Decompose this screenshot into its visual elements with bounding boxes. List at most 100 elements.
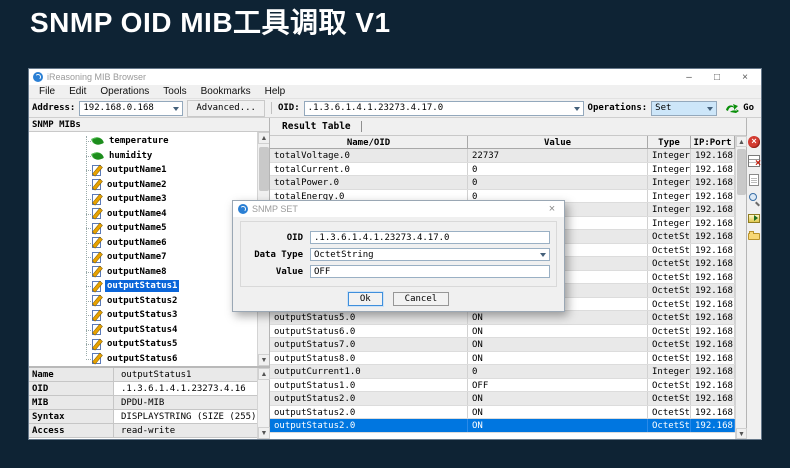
tree-item[interactable]: outputName6 — [29, 236, 257, 251]
ok-button[interactable]: Ok — [348, 292, 383, 306]
table-row[interactable]: totalVoltage.0 22737 Integer 192.168.0..… — [270, 149, 735, 163]
cancel-button[interactable]: Cancel — [393, 292, 450, 306]
search-icon[interactable] — [748, 193, 760, 205]
tree-item[interactable]: outputName5 — [29, 221, 257, 236]
mib-panel-header: SNMP MIBs — [29, 118, 269, 132]
tree-item[interactable]: outputName2 — [29, 178, 257, 193]
result-tab-bar: Result Table — [270, 118, 746, 136]
window-title: iReasoning MIB Browser — [47, 72, 673, 82]
tree-item[interactable]: outputStatus4 — [29, 323, 257, 338]
table-row[interactable]: totalPower.0 0 Integer 192.168.0... — [270, 176, 735, 190]
scroll-down-icon[interactable]: ▼ — [258, 427, 270, 439]
cell-ipport: 192.168.0... — [691, 406, 735, 419]
table-row[interactable]: outputStatus6.0 ON OctetString 192.168.0… — [270, 325, 735, 339]
dialog-value-input[interactable]: OFF — [310, 265, 550, 278]
go-button[interactable]: Go — [721, 103, 758, 114]
menu-item[interactable]: File — [32, 86, 62, 97]
cell-ipport: 192.168.0... — [691, 284, 735, 297]
page-title: SNMP OID MIB工具调取 V1 — [30, 1, 391, 41]
cell-ipport: 192.168.0... — [691, 352, 735, 365]
info-row-label: Access — [29, 424, 114, 437]
chevron-down-icon[interactable] — [540, 253, 546, 257]
operations-label: Operations: — [588, 103, 648, 113]
menu-item[interactable]: Edit — [62, 86, 93, 97]
cell-type: Integer — [648, 176, 691, 189]
cell-name: outputStatus8.0 — [270, 352, 468, 365]
advanced-button[interactable]: Advanced... — [187, 100, 265, 117]
cell-ipport: 192.168.0... — [691, 365, 735, 378]
cell-value: ON — [468, 352, 648, 365]
side-toolbar — [746, 118, 761, 439]
info-row-label: Name — [29, 368, 114, 381]
tree-item[interactable]: temperature — [29, 134, 257, 149]
chevron-down-icon[interactable] — [707, 107, 713, 111]
chevron-down-icon[interactable] — [173, 107, 179, 111]
clear-table-icon[interactable] — [748, 155, 760, 167]
tree-item[interactable]: outputName1 — [29, 163, 257, 178]
cell-name: outputCurrent1.0 — [270, 365, 468, 378]
tree-item[interactable]: outputName7 — [29, 250, 257, 265]
tree-item[interactable]: outputStatus5 — [29, 337, 257, 352]
oid-combobox[interactable]: .1.3.6.1.4.1.23273.4.17.0 — [304, 101, 584, 116]
scroll-up-icon[interactable]: ▲ — [736, 136, 747, 147]
table-row[interactable]: outputStatus1.0 OFF OctetString 192.168.… — [270, 379, 735, 393]
table-row[interactable]: outputStatus5.0 ON OctetString 192.168.0… — [270, 311, 735, 325]
pencil-icon — [92, 266, 101, 277]
tree-item[interactable]: outputName3 — [29, 192, 257, 207]
table-row[interactable]: outputStatus2.0 ON OctetString 192.168.0… — [270, 419, 735, 433]
tree-item-label: outputName5 — [105, 222, 169, 234]
info-row: MIB DPDU-MIB — [29, 396, 257, 410]
menu-item[interactable]: Bookmarks — [194, 86, 258, 97]
scroll-up-icon[interactable]: ▲ — [258, 368, 270, 380]
stop-icon[interactable] — [748, 136, 760, 148]
dialog-oid-label: OID — [247, 233, 303, 243]
address-combobox[interactable]: 192.168.0.168 — [79, 101, 183, 116]
table-row[interactable]: outputStatus7.0 ON OctetString 192.168.0… — [270, 338, 735, 352]
column-header-ipport[interactable]: IP:Port — [691, 136, 735, 148]
tree-item-label: outputName4 — [105, 208, 169, 220]
tree-item[interactable]: outputName4 — [29, 207, 257, 222]
table-row[interactable]: outputStatus8.0 ON OctetString 192.168.0… — [270, 352, 735, 366]
scroll-up-icon[interactable]: ▲ — [258, 132, 269, 144]
dialog-datatype-select[interactable]: OctetString — [310, 248, 550, 261]
tree-item[interactable]: outputStatus6 — [29, 352, 257, 367]
cell-ipport: 192.168.0... — [691, 244, 735, 257]
dialog-close-icon[interactable]: × — [545, 202, 559, 216]
info-scrollbar[interactable]: ▲ ▼ — [257, 368, 269, 439]
tree-item[interactable]: outputName8 — [29, 265, 257, 280]
export-image-icon[interactable] — [748, 214, 760, 223]
close-button[interactable]: × — [733, 70, 757, 85]
menu-item[interactable]: Help — [258, 86, 293, 97]
info-row-value: outputStatus1 — [114, 368, 257, 381]
column-header-type[interactable]: Type — [648, 136, 691, 148]
table-header: Name/OID Value Type IP:Port — [270, 136, 735, 149]
scrollbar-thumb[interactable] — [737, 149, 746, 195]
operations-combobox[interactable]: Set — [651, 101, 717, 116]
table-row[interactable]: outputStatus2.0 ON OctetString 192.168.0… — [270, 392, 735, 406]
scroll-down-icon[interactable]: ▼ — [258, 354, 269, 366]
tree-item[interactable]: humidity — [29, 149, 257, 164]
scrollbar-thumb[interactable] — [259, 147, 269, 191]
maximize-button[interactable]: □ — [705, 70, 729, 85]
minimize-button[interactable]: – — [677, 70, 701, 85]
tab-result-table[interactable]: Result Table — [282, 121, 351, 132]
cell-type: Integer — [648, 203, 691, 216]
table-scrollbar[interactable]: ▲ ▼ — [735, 136, 746, 439]
tree-item[interactable]: outputStatus1 — [29, 279, 257, 294]
scroll-down-icon[interactable]: ▼ — [736, 428, 747, 439]
new-document-icon[interactable] — [749, 174, 759, 186]
chevron-down-icon[interactable] — [574, 107, 580, 111]
table-row[interactable]: totalCurrent.0 0 Integer 192.168.0... — [270, 163, 735, 177]
column-header-value[interactable]: Value — [468, 136, 648, 148]
menu-item[interactable]: Operations — [93, 86, 156, 97]
cell-type: OctetString — [648, 298, 691, 311]
menu-item[interactable]: Tools — [156, 86, 193, 97]
tree-item[interactable]: outputStatus2 — [29, 294, 257, 309]
dialog-oid-input[interactable]: .1.3.6.1.4.1.23273.4.17.0 — [310, 231, 550, 244]
table-row[interactable]: outputCurrent1.0 0 Integer 192.168.0... — [270, 365, 735, 379]
table-row[interactable]: outputStatus2.0 ON OctetString 192.168.0… — [270, 406, 735, 420]
column-header-name[interactable]: Name/OID — [270, 136, 468, 148]
tree-item[interactable]: outputStatus3 — [29, 308, 257, 323]
snmp-set-dialog: SNMP SET × OID .1.3.6.1.4.1.23273.4.17.0… — [232, 200, 565, 312]
open-folder-icon[interactable] — [748, 233, 760, 240]
